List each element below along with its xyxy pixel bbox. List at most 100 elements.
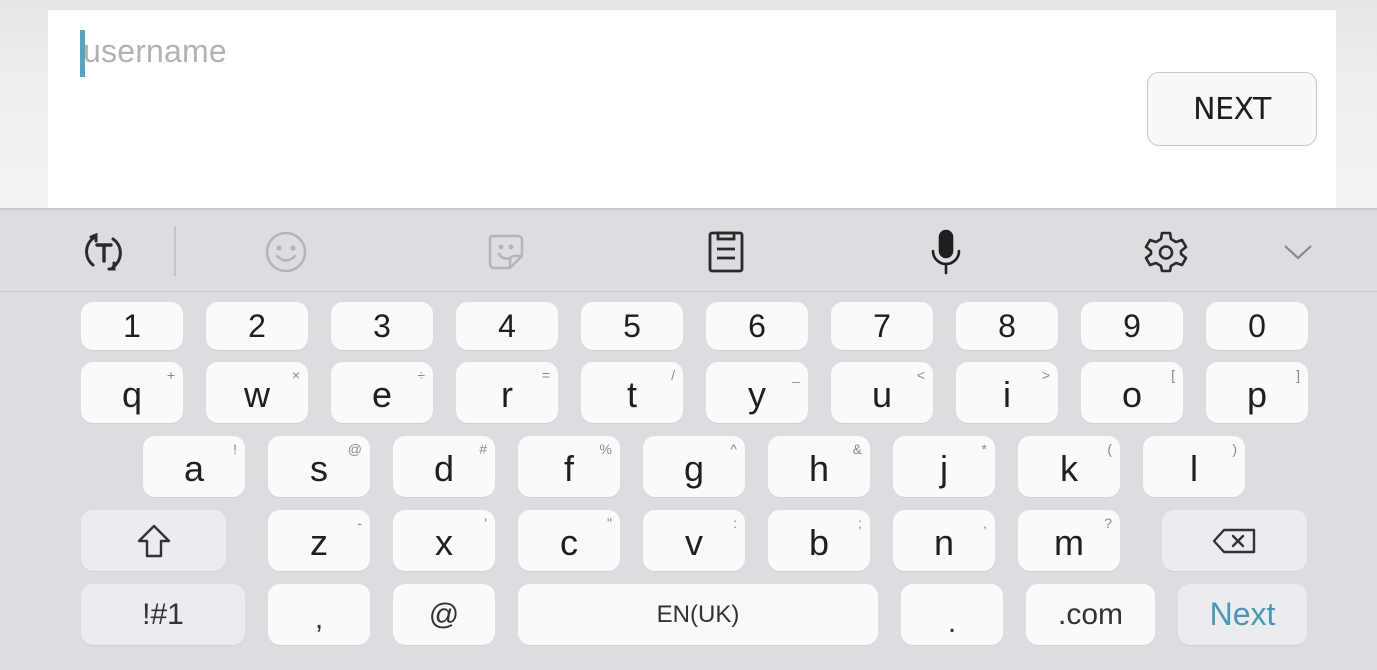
key-label: j <box>940 447 948 489</box>
key-x[interactable]: x ' <box>393 510 495 571</box>
key-alt-label: ] <box>1296 367 1300 383</box>
comma-key[interactable]: , <box>268 584 370 645</box>
key-0[interactable]: 0 <box>1206 302 1308 350</box>
sticker-icon[interactable] <box>482 228 530 276</box>
key-label: k <box>1060 447 1078 489</box>
at-key[interactable]: @ <box>393 584 495 645</box>
space-key[interactable]: EN(UK) <box>518 584 878 645</box>
key-l[interactable]: l) <box>1143 436 1245 497</box>
microphone-icon[interactable] <box>922 228 970 276</box>
key-d[interactable]: d # <box>393 436 495 497</box>
key-s[interactable]: s @ <box>268 436 370 497</box>
key-o[interactable]: o[ <box>1081 362 1183 423</box>
key-label: 3 <box>373 308 391 344</box>
key-label: 7 <box>873 308 891 344</box>
key-alt-label: ^ <box>730 441 737 457</box>
key-a[interactable]: a! <box>143 436 245 497</box>
key-label: q <box>121 373 143 415</box>
key-label: !#1 <box>142 597 184 631</box>
key-label: t <box>626 373 637 415</box>
backspace-key[interactable] <box>1162 510 1307 571</box>
key-alt-label: _ <box>792 367 800 383</box>
key-h[interactable]: h & <box>768 436 870 497</box>
shift-arrow-icon <box>137 524 170 557</box>
next-action-key[interactable]: Next <box>1178 584 1307 645</box>
key-label: , <box>314 601 324 635</box>
backspace-icon <box>1212 528 1255 553</box>
key-7[interactable]: 7 <box>831 302 933 350</box>
clipboard-icon[interactable] <box>702 228 750 276</box>
key-label: e <box>371 373 393 415</box>
key-alt-label: < <box>916 367 925 383</box>
key-b[interactable]: b; <box>768 510 870 571</box>
key-4[interactable]: 4 <box>456 302 558 350</box>
settings-gear-icon[interactable] <box>1142 228 1190 276</box>
key-alt-label: ' <box>484 515 487 531</box>
key-alt-label: = <box>541 367 550 383</box>
key-j[interactable]: j * <box>893 436 995 497</box>
key-label: w <box>244 373 270 415</box>
key-label: 0 <box>1248 308 1266 344</box>
symbols-key[interactable]: !#1 <box>81 584 245 645</box>
key-alt-label: [ <box>1171 367 1175 383</box>
key-label: p <box>1246 373 1268 415</box>
key-3[interactable]: 3 <box>331 302 433 350</box>
key-label: x <box>435 521 453 563</box>
key-g[interactable]: g ^ <box>643 436 745 497</box>
key-label: y <box>748 373 766 415</box>
key-8[interactable]: 8 <box>956 302 1058 350</box>
key-alt-label: # <box>479 441 487 457</box>
key-y[interactable]: y _ <box>706 362 808 423</box>
key-m[interactable]: m? <box>1018 510 1120 571</box>
key-t[interactable]: t / <box>581 362 683 423</box>
key-label: u <box>871 373 893 415</box>
shift-key[interactable] <box>81 510 226 571</box>
collapse-chevron-down-icon[interactable] <box>1274 228 1322 276</box>
key-label: @ <box>428 597 460 631</box>
key-alt-label: * <box>981 441 987 457</box>
space-language-label: EN(UK) <box>656 600 740 628</box>
key-n[interactable]: n, <box>893 510 995 571</box>
key-q[interactable]: q + <box>81 362 183 423</box>
key-r[interactable]: r = <box>456 362 558 423</box>
text-translate-icon[interactable] <box>80 228 128 276</box>
key-6[interactable]: 6 <box>706 302 808 350</box>
key-label: m <box>1054 521 1084 563</box>
key-label: 6 <box>748 308 766 344</box>
key-k[interactable]: k( <box>1018 436 1120 497</box>
key-label: . <box>947 605 957 639</box>
period-key[interactable]: . <box>901 584 1003 645</box>
key-v[interactable]: v: <box>643 510 745 571</box>
key-label: b <box>808 521 830 563</box>
key-u[interactable]: u < <box>831 362 933 423</box>
key-alt-label: / <box>671 367 675 383</box>
username-input[interactable]: username <box>64 20 1064 80</box>
key-5[interactable]: 5 <box>581 302 683 350</box>
key-label: 9 <box>1123 308 1141 344</box>
key-label: o <box>1121 373 1143 415</box>
key-p[interactable]: p] <box>1206 362 1308 423</box>
on-screen-keyboard: 1 2 3 4 5 6 7 8 9 0 q + w × e ÷ r = t / y _ u <… <box>0 208 1377 670</box>
key-f[interactable]: f% <box>518 436 620 497</box>
key-alt-label: ) <box>1232 441 1237 457</box>
key-alt-label: % <box>599 441 612 457</box>
key-label: l <box>1190 447 1198 489</box>
key-e[interactable]: e ÷ <box>331 362 433 423</box>
key-1[interactable]: 1 <box>81 302 183 350</box>
key-c[interactable]: c " <box>518 510 620 571</box>
key-alt-label: + <box>166 367 175 383</box>
key-label: 8 <box>998 308 1016 344</box>
emoji-icon[interactable] <box>262 228 310 276</box>
key-i[interactable]: i > <box>956 362 1058 423</box>
key-label: s <box>310 447 328 489</box>
next-button[interactable]: NEXT <box>1147 72 1317 146</box>
keyboard-toolbar <box>0 210 1377 292</box>
key-9[interactable]: 9 <box>1081 302 1183 350</box>
key-2[interactable]: 2 <box>206 302 308 350</box>
key-z[interactable]: z- <box>268 510 370 571</box>
dotcom-key[interactable]: .com <box>1026 584 1155 645</box>
key-w[interactable]: w × <box>206 362 308 423</box>
toolbar-divider <box>174 226 176 276</box>
key-label: d <box>433 447 455 489</box>
key-label: .com <box>1057 597 1123 631</box>
